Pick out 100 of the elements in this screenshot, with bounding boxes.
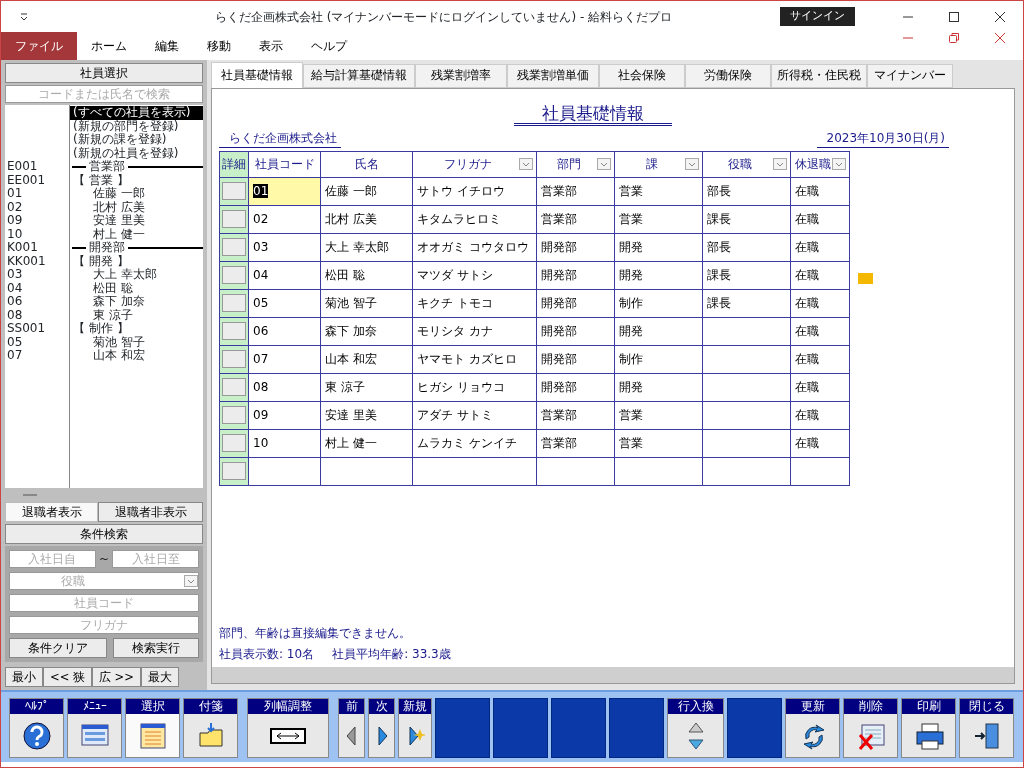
- employee-item[interactable]: 村上 健一: [69, 227, 145, 241]
- list-item[interactable]: (新規の部門を登録): [69, 119, 179, 133]
- blank-button[interactable]: [551, 698, 606, 758]
- filter-dropdown-icon[interactable]: [597, 157, 611, 170]
- menu-item[interactable]: 移動: [193, 32, 245, 60]
- employee-item[interactable]: 菊池 智子: [69, 335, 145, 349]
- menu-item[interactable]: ファイル: [1, 32, 77, 60]
- tab[interactable]: 所得税・住民税: [771, 64, 867, 88]
- detail-button[interactable]: [222, 462, 246, 481]
- detail-button[interactable]: [222, 378, 246, 397]
- table-cell[interactable]: 08: [248, 373, 321, 401]
- detail-button[interactable]: [222, 238, 246, 257]
- detail-button[interactable]: [222, 210, 246, 229]
- toolbar-button[interactable]: 削除: [843, 698, 898, 758]
- code-field[interactable]: 社員コード: [9, 594, 199, 612]
- toolbar-button[interactable]: 付箋: [183, 698, 238, 758]
- width-button[interactable]: 広 >>: [91, 667, 141, 687]
- detail-button[interactable]: [222, 182, 246, 201]
- filter-button[interactable]: 条件クリア: [9, 638, 107, 658]
- department-item[interactable]: 営業部: [89, 160, 125, 174]
- toggle-button[interactable]: 退職者非表示: [98, 502, 203, 522]
- toolbar-button[interactable]: 行入換: [667, 698, 724, 758]
- toolbar-button[interactable]: 列幅調整: [247, 698, 329, 758]
- dropdown-icon[interactable]: [19, 11, 29, 22]
- employee-item[interactable]: 北村 広美: [69, 200, 145, 214]
- table-cell: 開発: [614, 317, 703, 345]
- menu-item[interactable]: ヘルプ: [297, 32, 361, 60]
- panel-header-button[interactable]: 社員選択: [5, 63, 203, 83]
- menu-item[interactable]: 編集: [141, 32, 193, 60]
- detail-button[interactable]: [222, 406, 246, 425]
- toolbar-button[interactable]: ﾒﾆｭｰ: [67, 698, 122, 758]
- list-item[interactable]: (新規の社員を登録): [69, 146, 179, 160]
- toolbar-button[interactable]: 印刷: [901, 698, 956, 758]
- employee-item[interactable]: 安達 里美: [69, 214, 145, 228]
- list-item[interactable]: (新規の課を登録): [69, 133, 167, 147]
- date-field[interactable]: 入社日至: [112, 550, 199, 568]
- filter-dropdown-icon[interactable]: [832, 157, 846, 170]
- detail-button[interactable]: [222, 322, 246, 341]
- toolbar-button[interactable]: 新規: [398, 698, 432, 758]
- department-item[interactable]: 開発部: [89, 241, 125, 255]
- close-icon[interactable]: [994, 10, 1006, 23]
- employee-item[interactable]: 森下 加奈: [69, 295, 145, 309]
- toolbar-button[interactable]: 選択: [125, 698, 180, 758]
- section-item[interactable]: 【 制作 】: [69, 322, 129, 336]
- section-item[interactable]: 【 開発 】: [69, 254, 129, 268]
- tab[interactable]: 給与計算基礎情報: [303, 64, 415, 88]
- toolbar-button[interactable]: 前: [338, 698, 365, 758]
- tab[interactable]: 残業割増単価: [507, 64, 599, 88]
- panel-header-button[interactable]: 条件検索: [5, 524, 203, 544]
- table-cell[interactable]: 01: [248, 177, 321, 205]
- menu-item[interactable]: 表示: [245, 32, 297, 60]
- scrollbar[interactable]: [212, 667, 1014, 683]
- table-cell[interactable]: 10: [248, 429, 321, 457]
- blank-button[interactable]: [727, 698, 782, 758]
- width-button[interactable]: 最大: [140, 667, 179, 687]
- detail-button[interactable]: [222, 350, 246, 369]
- tab[interactable]: マイナンバー: [867, 64, 953, 88]
- table-cell[interactable]: 04: [248, 261, 321, 289]
- filter-dropdown-icon[interactable]: [685, 157, 699, 170]
- blank-button[interactable]: [435, 698, 490, 758]
- table-cell[interactable]: 05: [248, 289, 321, 317]
- table-cell[interactable]: 06: [248, 317, 321, 345]
- table-cell[interactable]: 07: [248, 345, 321, 373]
- tab[interactable]: 残業割増率: [415, 64, 507, 88]
- toolbar-button[interactable]: ﾍﾙﾌﾟ: [9, 698, 64, 758]
- restore-icon[interactable]: [948, 32, 960, 44]
- detail-button[interactable]: [222, 266, 246, 285]
- width-button[interactable]: 最小: [5, 667, 43, 687]
- blank-button[interactable]: [609, 698, 664, 758]
- filter-button[interactable]: 検索実行: [113, 638, 199, 658]
- tab[interactable]: 労働保険: [685, 64, 771, 88]
- tab[interactable]: 社員基礎情報: [211, 62, 303, 88]
- employee-item[interactable]: 大上 幸太郎: [69, 268, 157, 282]
- tab[interactable]: 社会保険: [599, 64, 685, 88]
- detail-button[interactable]: [222, 434, 246, 453]
- employee-item[interactable]: 山本 和宏: [69, 349, 145, 363]
- employee-item[interactable]: 松田 聡: [69, 281, 133, 295]
- toggle-button[interactable]: 退職者表示: [5, 502, 98, 522]
- blank-button[interactable]: [493, 698, 548, 758]
- filter-dropdown-icon[interactable]: [773, 157, 787, 170]
- menu-item[interactable]: ホーム: [77, 32, 141, 60]
- toolbar-button[interactable]: 閉じる: [959, 698, 1014, 758]
- search-field[interactable]: コードまたは氏名で検索: [5, 85, 203, 103]
- section-item[interactable]: 【 営業 】: [69, 173, 129, 187]
- width-button[interactable]: << 狭: [43, 667, 92, 687]
- toolbar-button[interactable]: 次: [368, 698, 395, 758]
- date-field[interactable]: 入社日自: [9, 550, 96, 568]
- detail-button[interactable]: [222, 294, 246, 313]
- list-item[interactable]: (すべての社員を表示): [69, 106, 203, 120]
- sign-in-button[interactable]: サインイン: [780, 7, 855, 26]
- kana-field[interactable]: フリガナ: [9, 616, 199, 634]
- filter-dropdown-icon[interactable]: [519, 157, 533, 170]
- table-cell[interactable]: 02: [248, 205, 321, 233]
- toolbar-button[interactable]: 更新: [785, 698, 840, 758]
- table-cell[interactable]: 03: [248, 233, 321, 261]
- maximize-icon[interactable]: [948, 10, 960, 23]
- employee-item[interactable]: 佐藤 一郎: [69, 187, 145, 201]
- scroll-thumb-icon[interactable]: [23, 493, 37, 497]
- table-cell[interactable]: 09: [248, 401, 321, 429]
- employee-item[interactable]: 東 涼子: [69, 308, 133, 322]
